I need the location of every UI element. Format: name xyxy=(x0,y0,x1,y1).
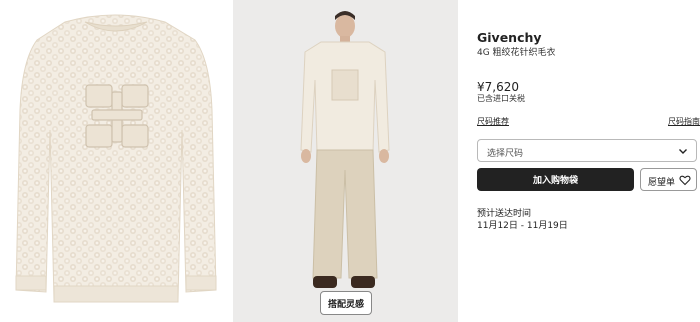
wishlist-button[interactable]: 愿望单 xyxy=(640,168,697,191)
sweater-illustration xyxy=(15,14,217,303)
size-select-placeholder: 选择尺码 xyxy=(487,149,524,159)
outfit-inspiration-button[interactable]: 搭配灵感 xyxy=(320,291,372,315)
brand-name[interactable]: Givenchy xyxy=(477,30,542,45)
product-title: 4G 粗绞花针织毛衣 xyxy=(477,48,556,58)
chevron-down-icon xyxy=(679,149,687,154)
product-price: ¥7,620 xyxy=(477,80,519,94)
heart-icon xyxy=(679,175,691,186)
product-info-panel: Givenchy 4G 粗绞花针织毛衣 ¥7,620 已含进口关税 尺码推荐 尺… xyxy=(477,0,700,322)
tax-note: 已含进口关税 xyxy=(477,94,525,103)
product-image-model[interactable] xyxy=(233,0,458,322)
product-image-main[interactable] xyxy=(10,0,222,322)
size-select[interactable]: 选择尺码 xyxy=(477,139,697,162)
wishlist-label: 愿望单 xyxy=(648,178,676,188)
model-illustration xyxy=(233,0,458,322)
add-to-bag-button[interactable]: 加入购物袋 xyxy=(477,168,634,191)
size-recommendation-link[interactable]: 尺码推荐 xyxy=(477,116,509,127)
size-guide-link[interactable]: 尺码指南 xyxy=(668,116,700,127)
delivery-estimate-dates: 11月12日 - 11月19日 xyxy=(477,221,568,231)
